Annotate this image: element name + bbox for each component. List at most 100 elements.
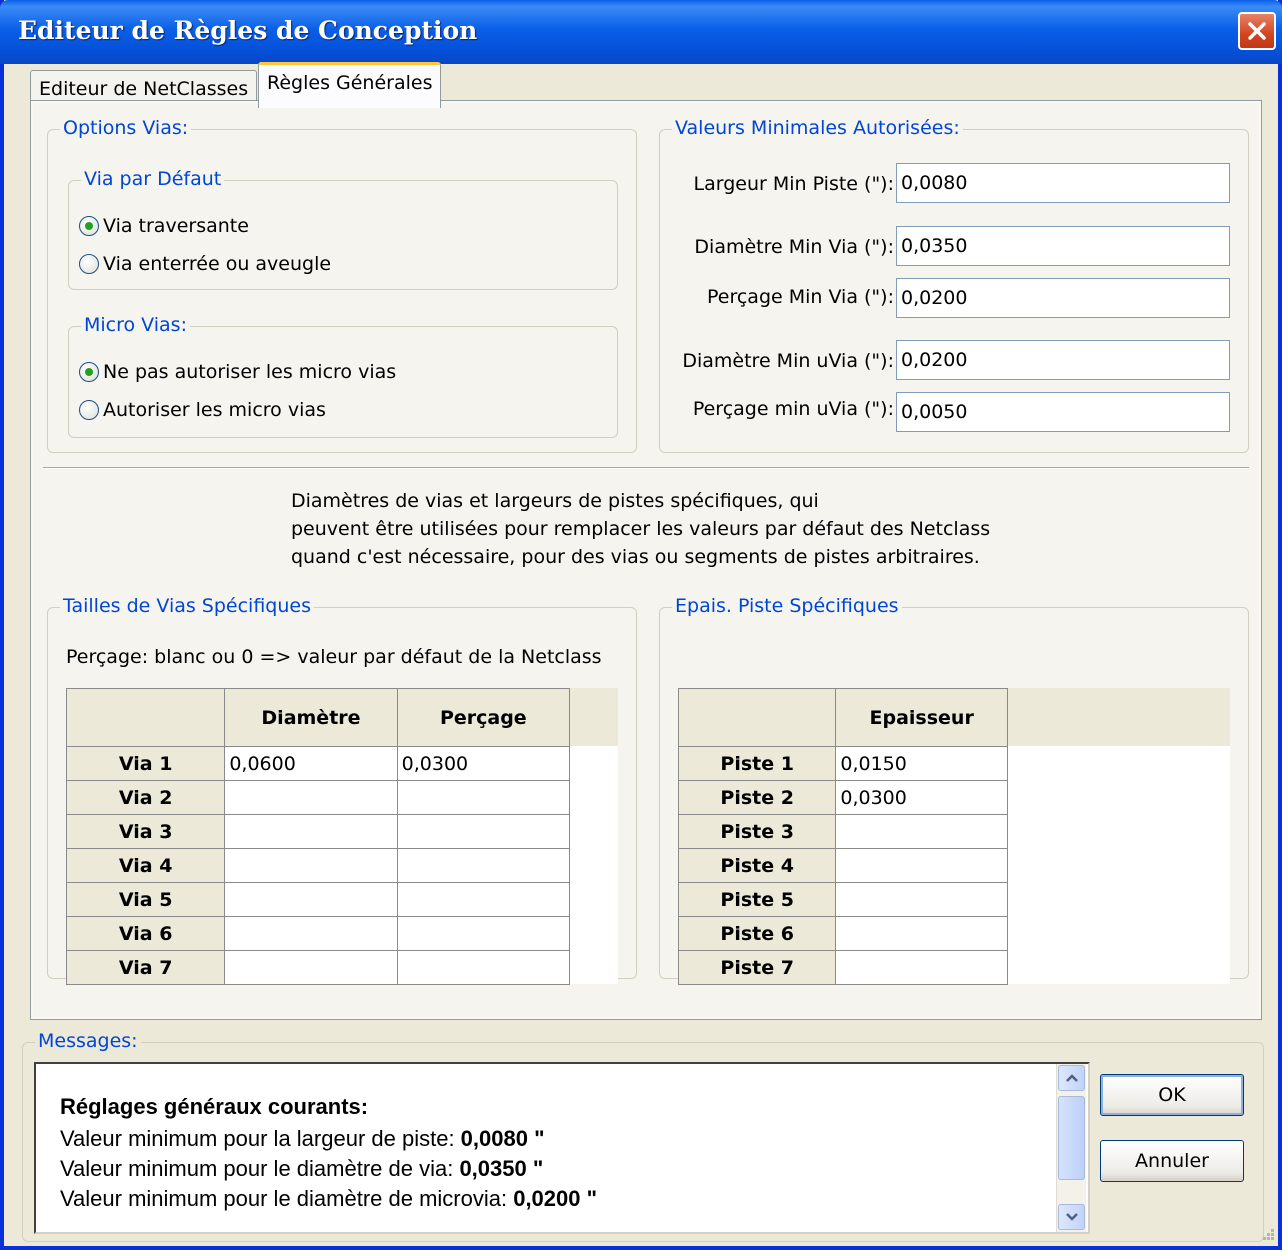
specific-track-widths-group: Epais. Piste Spécifiques Epaisseur Piste… [659, 595, 1249, 985]
via-sizes-grid: Diamètre Perçage Via 1 0,0600 0,0300 Via… [65, 688, 571, 985]
cell-via-1-diameter[interactable]: 0,0600 [224, 746, 398, 781]
cell-via-1-drill[interactable]: 0,0300 [396, 746, 571, 781]
min-via-drill-input[interactable] [896, 278, 1230, 318]
radio-button[interactable] [79, 400, 99, 420]
row-header-via-3[interactable]: Via 3 [65, 814, 226, 849]
title-bar[interactable]: Editeur de Règles de Conception [0, 0, 1282, 64]
row-header-via-2[interactable]: Via 2 [65, 780, 226, 815]
row-header-via-5[interactable]: Via 5 [65, 882, 226, 917]
grid-corner [65, 688, 226, 747]
tab-general-rules[interactable]: Règles Générales [258, 62, 442, 108]
grid-header-filler [570, 688, 618, 746]
radio-buried-blind-via[interactable]: Via enterrée ou aveugle [79, 253, 331, 275]
grid-body-filler [1008, 746, 1230, 984]
chevron-up-icon [1065, 1074, 1078, 1082]
specific-track-widths-legend: Epais. Piste Spécifiques [672, 595, 902, 617]
radio-button[interactable] [79, 254, 99, 274]
min-values-legend: Valeurs Minimales Autorisées: [672, 117, 963, 139]
default-via-group: Via par Défaut Via traversante Via enter… [68, 168, 618, 290]
cell-track-6-width[interactable] [835, 916, 1008, 951]
table-row: Via 3 [65, 814, 571, 849]
row-header-track-4[interactable]: Piste 4 [677, 848, 837, 883]
cell-via-6-drill[interactable] [396, 916, 571, 951]
row-header-via-6[interactable]: Via 6 [65, 916, 226, 951]
table-row: Via 6 [65, 916, 571, 951]
cell-track-1-width[interactable]: 0,0150 [835, 746, 1008, 781]
cell-via-3-drill[interactable] [396, 814, 571, 849]
min-track-width-label: Largeur Min Piste ("): [693, 173, 894, 195]
table-row: Piste 3 [677, 814, 1008, 849]
scroll-down-button[interactable] [1058, 1204, 1085, 1230]
via-options-group: Options Vias: Via par Défaut Via travers… [47, 117, 637, 453]
row-header-track-6[interactable]: Piste 6 [677, 916, 837, 951]
min-via-diameter-input[interactable] [896, 226, 1230, 266]
column-header-diameter[interactable]: Diamètre [224, 688, 398, 747]
cell-via-2-diameter[interactable] [224, 780, 398, 815]
cell-via-5-diameter[interactable] [224, 882, 398, 917]
cell-via-6-diameter[interactable] [224, 916, 398, 951]
messages-scrollbar[interactable] [1056, 1064, 1086, 1232]
cell-track-5-width[interactable] [835, 882, 1008, 917]
cell-via-3-diameter[interactable] [224, 814, 398, 849]
radio-disallow-micro-vias-label: Ne pas autoriser les micro vias [103, 361, 397, 383]
row-header-track-7[interactable]: Piste 7 [677, 950, 837, 985]
min-via-diameter-label: Diamètre Min Via ("): [694, 236, 894, 258]
ok-button[interactable]: OK [1100, 1074, 1244, 1116]
grid-header-row: Diamètre Perçage [65, 688, 571, 747]
table-row: Piste 7 [677, 950, 1008, 985]
table-row: Via 5 [65, 882, 571, 917]
messages-panel[interactable]: Réglages généraux courants: Valeur minim… [34, 1062, 1090, 1234]
radio-allow-micro-vias[interactable]: Autoriser les micro vias [79, 399, 326, 421]
min-uvia-diameter-input[interactable] [896, 340, 1230, 380]
table-row: Piste 4 [677, 848, 1008, 883]
cell-via-5-drill[interactable] [396, 882, 571, 917]
cell-via-2-drill[interactable] [396, 780, 571, 815]
min-uvia-drill-input[interactable] [896, 392, 1230, 432]
scroll-thumb[interactable] [1058, 1096, 1085, 1180]
track-widths-grid: Epaisseur Piste 1 0,0150 Piste 2 0,0300 … [677, 688, 1008, 985]
cell-via-7-diameter[interactable] [224, 950, 398, 985]
window-title: Editeur de Règles de Conception [18, 16, 478, 45]
row-header-track-2[interactable]: Piste 2 [677, 780, 837, 815]
min-track-width-input[interactable] [896, 163, 1230, 203]
dialog-window: Editeur de Règles de Conception Editeur … [0, 0, 1282, 1250]
cell-via-4-drill[interactable] [396, 848, 571, 883]
row-header-via-4[interactable]: Via 4 [65, 848, 226, 883]
column-header-drill[interactable]: Perçage [396, 688, 571, 747]
cell-via-7-drill[interactable] [396, 950, 571, 985]
grid-corner [677, 688, 837, 747]
radio-button-checked[interactable] [79, 216, 99, 236]
close-icon [1248, 22, 1266, 40]
column-header-width[interactable]: Epaisseur [835, 688, 1008, 747]
radio-allow-micro-vias-label: Autoriser les micro vias [103, 399, 326, 421]
message-line: Valeur minimum pour la largeur de piste:… [60, 1126, 545, 1152]
grid-body-filler [570, 746, 618, 984]
row-header-via-1[interactable]: Via 1 [65, 746, 226, 781]
min-uvia-drill-label: Perçage min uVia ("): [692, 398, 894, 420]
row-header-via-7[interactable]: Via 7 [65, 950, 226, 985]
cell-track-7-width[interactable] [835, 950, 1008, 985]
cancel-button[interactable]: Annuler [1100, 1140, 1244, 1182]
radio-through-via[interactable]: Via traversante [79, 215, 249, 237]
close-button[interactable] [1238, 12, 1276, 50]
row-header-track-5[interactable]: Piste 5 [677, 882, 837, 917]
cell-track-2-width[interactable]: 0,0300 [835, 780, 1008, 815]
radio-button-checked[interactable] [79, 362, 99, 382]
radio-disallow-micro-vias[interactable]: Ne pas autoriser les micro vias [79, 361, 396, 383]
row-header-track-1[interactable]: Piste 1 [677, 746, 837, 781]
message-value: 0,0200 " [513, 1186, 598, 1211]
scroll-up-button[interactable] [1058, 1065, 1085, 1091]
resize-grip-icon[interactable] [1256, 1222, 1276, 1242]
cell-via-4-diameter[interactable] [224, 848, 398, 883]
table-row: Piste 6 [677, 916, 1008, 951]
chevron-down-icon [1065, 1213, 1078, 1221]
general-rules-panel: Options Vias: Via par Défaut Via travers… [30, 100, 1262, 1020]
row-header-track-3[interactable]: Piste 3 [677, 814, 837, 849]
min-uvia-diameter-label: Diamètre Min uVia ("): [682, 350, 894, 372]
cell-track-4-width[interactable] [835, 848, 1008, 883]
info-line: Diamètres de vias et largeurs de pistes … [291, 490, 819, 512]
cell-track-3-width[interactable] [835, 814, 1008, 849]
grid-header-row: Epaisseur [677, 688, 1008, 747]
via-options-legend: Options Vias: [60, 117, 192, 139]
micro-vias-legend: Micro Vias: [81, 314, 190, 336]
